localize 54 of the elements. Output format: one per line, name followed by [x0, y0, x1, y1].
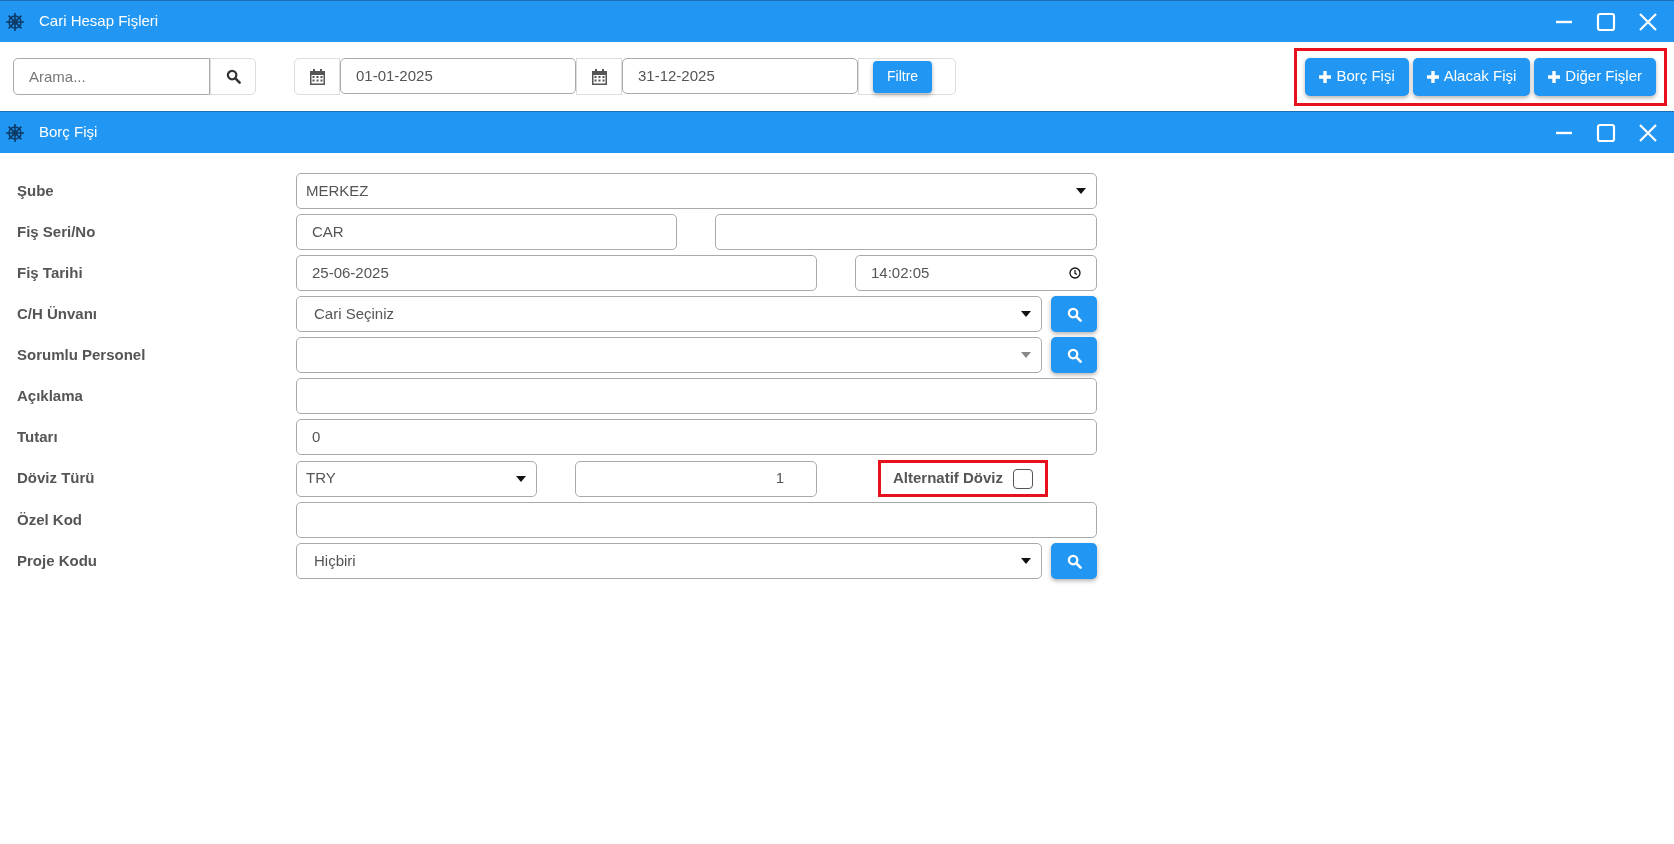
calendar-icon [309, 68, 325, 85]
field-label: Sorumlu Personel [16, 344, 147, 365]
input-field[interactable] [715, 214, 1097, 250]
plus-icon [1426, 70, 1439, 83]
close-icon[interactable] [1638, 11, 1658, 32]
clock-icon [1069, 267, 1081, 279]
select-field[interactable]: Cari Seçiniz [296, 296, 1042, 332]
checkbox[interactable] [1013, 468, 1033, 489]
maximize-icon[interactable] [1596, 122, 1616, 143]
search-icon [1066, 306, 1082, 322]
input-field[interactable] [296, 502, 1097, 538]
field-label: Tutarı [16, 426, 59, 447]
caret-icon [1021, 352, 1031, 358]
calendar-button[interactable] [294, 58, 340, 95]
field-label: Fiş Tarihi [16, 262, 84, 283]
field-label: Döviz Türü [16, 468, 96, 489]
field-label: Açıklama [16, 385, 84, 406]
maximize-icon[interactable] [1596, 11, 1616, 32]
ship-wheel-icon [5, 122, 25, 143]
window-title: Cari Hesap Fişleri [39, 11, 159, 32]
window-title: Borç Fişi [39, 122, 98, 143]
calendar-button[interactable] [576, 58, 622, 95]
select-field[interactable]: Hiçbiri [296, 543, 1042, 579]
search-icon [225, 69, 241, 84]
plus-icon [1548, 70, 1561, 83]
field-label: Şube [16, 180, 55, 201]
caret-icon [1021, 558, 1031, 564]
search-button[interactable] [210, 58, 256, 95]
input-field[interactable] [296, 378, 1097, 414]
checkbox-label: Alternatif Döviz [893, 468, 1003, 489]
input-field[interactable]: 1 [575, 460, 817, 497]
ship-wheel-icon [5, 11, 25, 32]
search-field[interactable]: Arama... [13, 58, 210, 95]
caret-icon [516, 475, 526, 482]
plus-icon [1319, 70, 1332, 83]
input-field[interactable]: CAR [296, 214, 677, 250]
caret-icon [1021, 311, 1031, 317]
input-field[interactable]: 25-06-2025 [296, 255, 817, 291]
time-field[interactable]: 14:02:05 [855, 255, 1097, 291]
input-field[interactable]: 31-12-2025 [622, 58, 858, 94]
select-field[interactable] [296, 337, 1042, 373]
calendar-icon [591, 68, 607, 85]
field-label: Fiş Seri/No [16, 221, 97, 242]
input-field[interactable]: 01-01-2025 [340, 58, 576, 94]
search-icon [1066, 553, 1082, 569]
field-label: C/H Ünvanı [16, 303, 98, 324]
select-field[interactable]: MERKEZ [296, 173, 1097, 209]
select-field[interactable]: TRY [296, 460, 537, 497]
input-field[interactable]: 0 [296, 419, 1097, 455]
caret-icon [1076, 188, 1086, 194]
field-label: Özel Kod [16, 509, 83, 530]
field-label: Proje Kodu [16, 550, 98, 571]
close-icon[interactable] [1638, 122, 1658, 143]
search-icon [1066, 347, 1082, 363]
